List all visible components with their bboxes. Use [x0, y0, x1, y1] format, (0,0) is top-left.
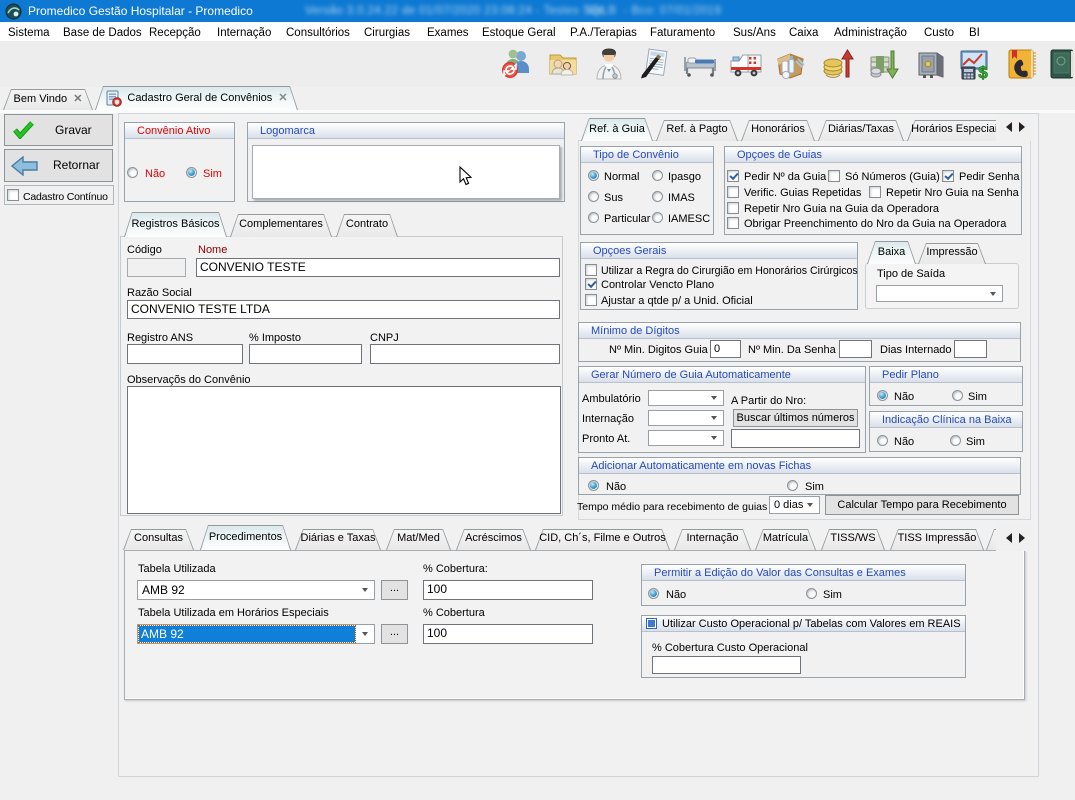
- svg-text:$: $: [978, 63, 988, 81]
